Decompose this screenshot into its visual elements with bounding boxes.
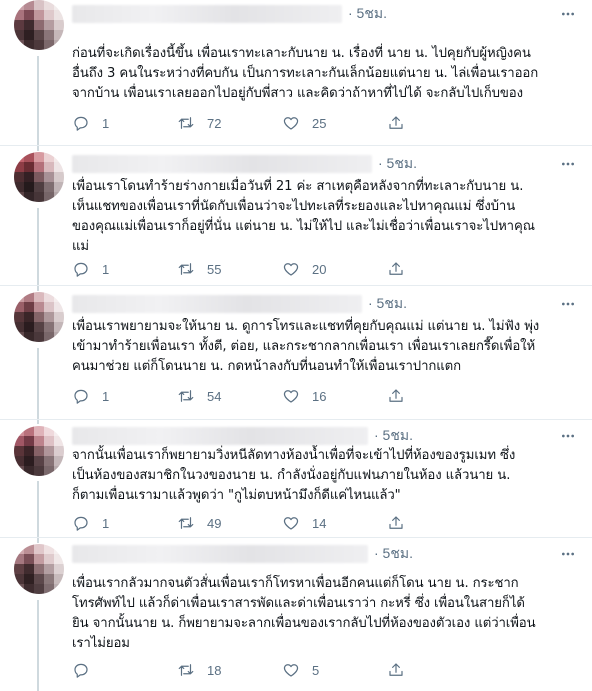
reply-count: 1 [102,515,110,531]
like-count: 16 [312,388,327,404]
share-icon [389,262,403,275]
avatar[interactable] [14,426,64,476]
reply-icon [74,389,88,404]
retweet-icon [178,117,194,129]
like-button[interactable]: 16 [282,387,387,405]
like-count: 20 [312,261,327,277]
more-options-icon[interactable] [558,4,578,24]
tweet[interactable]: · 5ชม. เพื่อนเราโดนทำร้ายร่างกายเมื่อวัน… [0,146,592,286]
author-name-redacted[interactable] [72,5,342,23]
retweet-button[interactable]: 72 [177,114,282,132]
tweet-timestamp[interactable]: · 5ชม. [368,293,407,315]
more-options-icon[interactable] [558,426,578,446]
tweet-text: เพื่อนเราโดนทำร้ายร่างกายเมื่อวันที่ 21 … [72,179,535,254]
more-options-icon[interactable] [558,154,578,174]
more-options-icon[interactable] [558,294,578,314]
avatar[interactable] [14,152,64,202]
retweet-button[interactable]: 49 [177,514,282,532]
tweet[interactable]: · 5ชม. เพื่อนเรากลัวมากจนตัวสั่นเพื่อนเร… [0,538,592,691]
retweet-button[interactable]: 18 [177,661,282,679]
tweet[interactable]: · 5ชม. จากนั้นเพื่อนเราก็พยายามวิ่งหนีลั… [0,420,592,538]
avatar[interactable] [14,544,64,594]
author-name-redacted[interactable] [72,295,362,313]
retweet-button[interactable]: 54 [177,387,282,405]
like-icon [283,263,299,276]
tweet-text: เพื่อนเราพยายามจะให้นาย น. ดูการโทรและแช… [72,319,540,374]
share-icon [389,663,403,676]
tweet-timestamp[interactable]: · 5ชม. [348,3,387,25]
author-name-redacted[interactable] [72,545,368,563]
reply-count: 1 [102,261,110,277]
reply-icon [74,663,88,678]
share-icon [389,516,403,529]
tweet[interactable]: · 5ชม. ก่อนที่จะเกิดเรื่องนี้ขึ้น เพื่อน… [0,0,592,146]
reply-icon [74,116,88,131]
retweet-count: 54 [207,388,222,404]
author-name-redacted[interactable] [72,155,372,173]
reply-icon [74,516,88,531]
tweet-text: ก่อนที่จะเกิดเรื่องนี้ขึ้น เพื่อนเราทะเล… [72,46,539,101]
retweet-icon [178,517,194,529]
avatar[interactable] [14,0,64,50]
like-icon [283,517,299,530]
retweet-count: 55 [207,261,222,277]
like-icon [283,117,299,130]
like-count: 25 [312,115,327,131]
share-icon [389,116,403,129]
retweet-button[interactable]: 55 [177,260,282,278]
retweet-icon [178,263,194,275]
share-button[interactable] [387,661,407,679]
reply-button[interactable]: 1 [72,387,177,405]
tweet-text: เพื่อนเรากลัวมากจนตัวสั่นเพื่อนเราก็โทรห… [72,576,536,651]
retweet-count: 49 [207,515,222,531]
retweet-count: 72 [207,115,222,131]
like-button[interactable]: 20 [282,260,387,278]
tweet-text: จากนั้นเพื่อนเราก็พยายามวิ่งหนีลัดทางห้อ… [72,448,516,503]
tweet-timestamp[interactable]: · 5ชม. [374,543,413,565]
reply-button[interactable]: 1 [72,260,177,278]
reply-count: 1 [102,388,110,404]
reply-icon [74,262,88,277]
tweet-timestamp[interactable]: · 5ชม. [374,425,413,447]
share-button[interactable] [387,387,407,405]
avatar[interactable] [14,292,64,342]
share-icon [389,389,403,402]
tweet-timestamp[interactable]: · 5ชม. [378,153,417,175]
like-button[interactable]: 14 [282,514,387,532]
share-button[interactable] [387,260,407,278]
reply-count: 1 [102,115,110,131]
reply-button[interactable] [72,661,177,679]
like-icon [283,390,299,403]
retweet-count: 18 [207,662,222,678]
like-icon [283,664,299,677]
reply-button[interactable]: 1 [72,114,177,132]
share-button[interactable] [387,114,407,132]
author-name-redacted[interactable] [72,427,368,445]
retweet-icon [178,664,194,676]
like-count: 5 [312,662,320,678]
retweet-icon [178,390,194,402]
share-button[interactable] [387,514,407,532]
more-options-icon[interactable] [558,544,578,564]
tweet[interactable]: · 5ชม. เพื่อนเราพยายามจะให้นาย น. ดูการโ… [0,286,592,420]
like-button[interactable]: 5 [282,661,387,679]
like-count: 14 [312,515,327,531]
reply-button[interactable]: 1 [72,514,177,532]
like-button[interactable]: 25 [282,114,387,132]
